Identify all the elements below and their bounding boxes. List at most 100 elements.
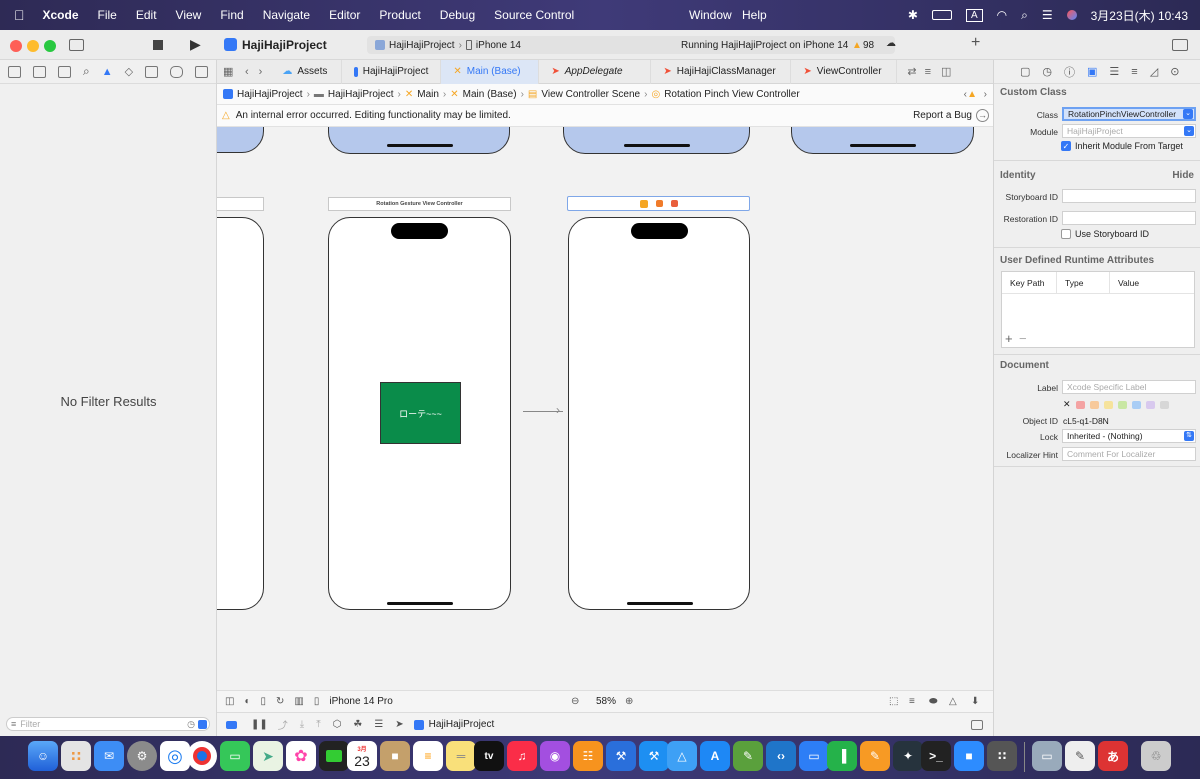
col-key-path[interactable]: Key Path <box>1010 278 1045 288</box>
tab-assets[interactable]: ☁ Assets <box>270 59 343 84</box>
close-window-button[interactable] <box>10 40 22 52</box>
device-selector[interactable]: iPhone 14 <box>476 40 521 51</box>
zoom-out-icon[interactable]: ⊖ <box>571 696 579 707</box>
storyboard-canvas[interactable]: Rotation Gesture View Controller ローテ~~~ … <box>217 127 993 690</box>
jump-main[interactable]: Main <box>417 89 439 100</box>
tab-classmanager[interactable]: ➤ HajiHajiClassManager <box>651 59 792 84</box>
color-swatch-purple[interactable] <box>1145 400 1155 409</box>
tab-main-storyboard[interactable]: ✕ Main (Base) <box>441 59 540 84</box>
exit-icon[interactable] <box>670 200 678 207</box>
terminal-icon[interactable]: >_ <box>921 741 951 771</box>
zoom-window-button[interactable] <box>44 40 56 52</box>
use-storyboard-id-checkbox[interactable]: Use Storyboard ID <box>1061 229 1149 239</box>
textedit-icon[interactable]: ✎ <box>1065 741 1095 771</box>
menu-debug[interactable]: Debug <box>440 8 475 22</box>
view-debugger-icon[interactable]: ⬡ <box>333 719 342 730</box>
forward-icon[interactable]: › <box>984 89 987 100</box>
source-control-icon[interactable] <box>33 65 46 78</box>
scene-top-3[interactable] <box>791 127 974 154</box>
help-inspector-icon[interactable]: ⓘ <box>1064 64 1075 80</box>
scene-dock-rotation-pinch[interactable] <box>567 196 750 211</box>
downloads-folder-icon[interactable]: ▭ <box>1032 741 1062 771</box>
jump-main-base[interactable]: Main (Base) <box>463 89 517 100</box>
breakpoints-toggle-icon[interactable] <box>226 720 237 729</box>
find-icon[interactable]: ⌕ <box>83 64 90 79</box>
device-icon[interactable]: ▯ <box>314 696 320 707</box>
bluetooth-icon[interactable]: ✱ <box>908 8 918 22</box>
first-responder-icon[interactable] <box>655 200 663 207</box>
scene-title-rotation-gesture[interactable]: Rotation Gesture View Controller <box>328 197 511 211</box>
music-icon[interactable]: ♫ <box>507 741 537 771</box>
test-icon[interactable]: ◇ <box>125 65 133 78</box>
breakpoint-icon[interactable] <box>170 65 184 78</box>
wifi-icon[interactable]: ◠ <box>997 8 1007 22</box>
scene-top-left[interactable] <box>217 127 264 153</box>
debug-icon[interactable] <box>145 65 159 78</box>
notes-icon[interactable]: ═ <box>446 741 476 771</box>
menu-window[interactable]: Window <box>689 8 732 22</box>
mail-icon[interactable]: ✉ <box>94 741 124 771</box>
view-controller-icon[interactable] <box>639 199 648 208</box>
connections-inspector-icon[interactable]: ⊙ <box>1170 65 1179 78</box>
keynote-icon[interactable]: ▭ <box>799 741 829 771</box>
tv-icon[interactable]: tv <box>474 741 504 771</box>
app-store-icon[interactable]: A <box>700 741 730 771</box>
jump-project[interactable]: HajiHajiProject <box>237 89 303 100</box>
menu-file[interactable]: File <box>98 8 117 22</box>
jump-view-controller[interactable]: Rotation Pinch View Controller <box>664 89 799 100</box>
menu-source-control[interactable]: Source Control <box>494 8 574 22</box>
split-editor-icon[interactable]: ◫ <box>941 65 951 78</box>
rotate-device-icon[interactable]: ↻ <box>276 696 284 707</box>
step-out-icon[interactable]: ⤒ <box>316 719 320 730</box>
chevron-down-icon[interactable]: ⌄ <box>1183 109 1193 119</box>
color-label-picker[interactable]: ✕ <box>1063 399 1169 410</box>
zoom-icon[interactable]: ■ <box>954 741 984 771</box>
stop-icon[interactable] <box>153 40 163 50</box>
device-config[interactable]: iPhone 14 Pro <box>329 696 392 707</box>
safari-icon[interactable]: ◎ <box>160 741 190 771</box>
menu-help[interactable]: Help <box>742 8 767 22</box>
zoom-in-icon[interactable]: ⊕ <box>625 696 633 707</box>
numbers-icon[interactable]: ▐ <box>827 741 857 771</box>
related-items-icon[interactable]: ⇄ <box>907 65 916 78</box>
color-swatch-red[interactable] <box>1075 400 1085 409</box>
library-add-button[interactable]: + <box>971 34 980 52</box>
system-settings-icon[interactable]: ⚙ <box>127 741 157 771</box>
symbol-icon[interactable] <box>58 65 71 78</box>
forward-icon[interactable]: › <box>259 66 263 78</box>
module-field[interactable]: HajiHajiProject ⌄ <box>1062 124 1196 138</box>
pause-icon[interactable]: ❚❚ <box>251 719 268 730</box>
scene-top-2[interactable] <box>563 127 750 154</box>
arrow-right-circle-icon[interactable]: → <box>976 109 989 122</box>
simulator-icon[interactable]: △ <box>667 741 697 771</box>
add-attribute-button[interactable]: + <box>1005 331 1013 346</box>
col-value[interactable]: Value <box>1109 271 1139 294</box>
betaapp-icon[interactable]: ✦ <box>893 741 923 771</box>
class-field[interactable]: RotationPinchViewController ⌄ <box>1062 107 1196 121</box>
jump-scene[interactable]: View Controller Scene <box>541 89 640 100</box>
environment-overrides-icon[interactable]: ☰ <box>374 719 383 730</box>
scheme-selector[interactable]: HajiHajiProject <box>389 40 455 51</box>
minimize-window-button[interactable] <box>27 40 39 52</box>
siri-icon[interactable] <box>1066 10 1077 20</box>
storyboard-id-field[interactable] <box>1062 189 1196 203</box>
scene-title-left[interactable] <box>217 197 264 211</box>
chevron-down-icon[interactable]: ⌄ <box>1184 126 1194 136</box>
filter-options-icon[interactable] <box>198 719 207 729</box>
instruments-icon[interactable]: ⚒ <box>639 741 669 771</box>
menu-edit[interactable]: Edit <box>136 8 157 22</box>
folder-icon[interactable] <box>8 65 21 78</box>
xcode-icon[interactable]: ⚒ <box>606 741 636 771</box>
tab-appdelegate[interactable]: ➤ AppDelegate <box>539 59 652 84</box>
appearance-icon[interactable]: ◐ <box>244 696 250 707</box>
issue-icon[interactable]: ▲ <box>102 66 113 78</box>
podcasts-icon[interactable]: ◉ <box>540 741 570 771</box>
grid-icon[interactable]: ▦ <box>223 65 237 78</box>
color-swatch-blue[interactable] <box>1131 400 1141 409</box>
align-icon[interactable]: ≡ <box>909 696 915 707</box>
size-inspector-icon[interactable]: ≡ <box>1131 66 1137 78</box>
history-inspector-icon[interactable]: ◷ <box>1042 65 1052 78</box>
color-swatch-yellow[interactable] <box>1103 400 1113 409</box>
checkmark-icon[interactable]: ✓ <box>1061 141 1071 151</box>
split-view-icon[interactable]: ▥ <box>294 696 303 707</box>
